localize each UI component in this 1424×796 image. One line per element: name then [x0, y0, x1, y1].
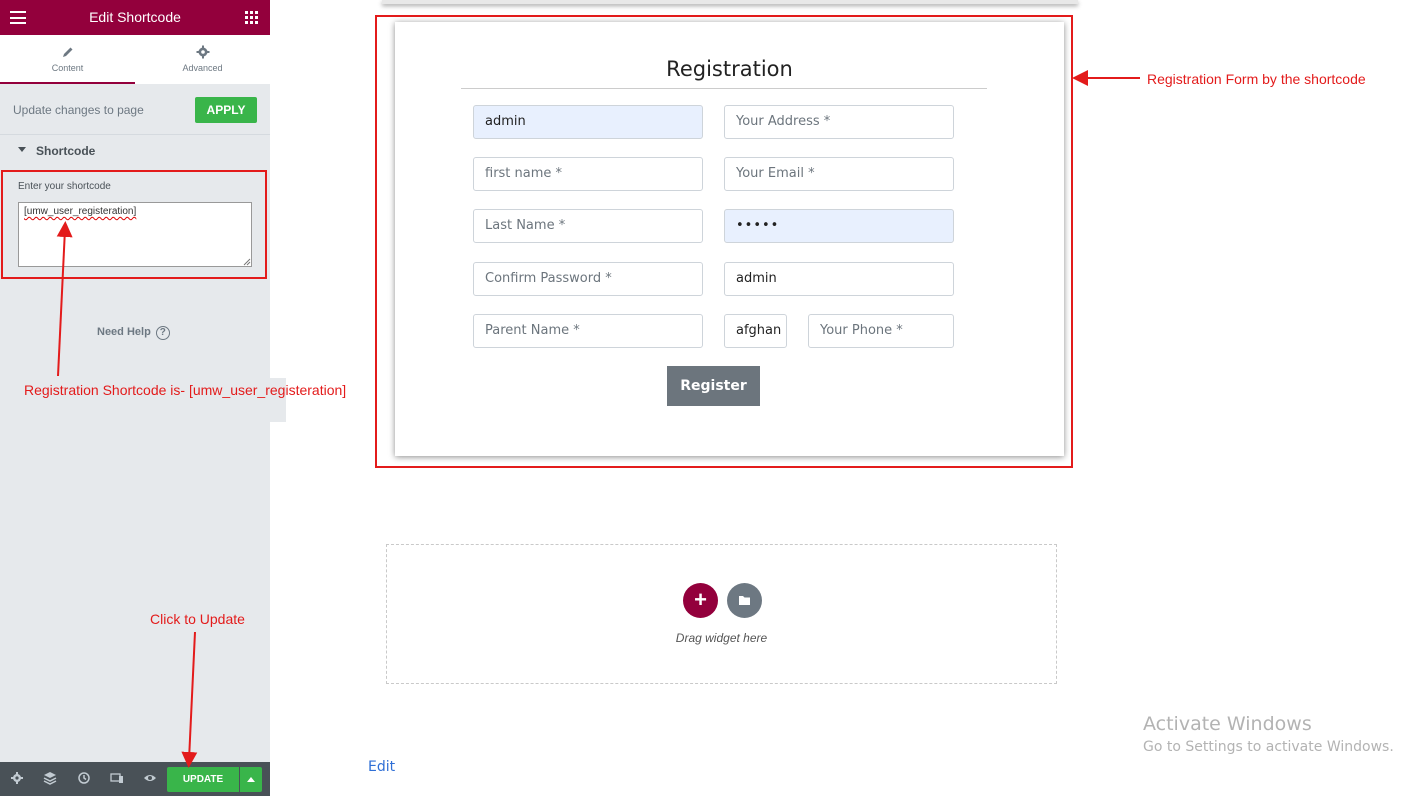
register-button[interactable]: Register — [667, 366, 760, 406]
tab-content-label: Content — [51, 63, 84, 73]
responsive-icon[interactable] — [110, 771, 124, 785]
country-code-select[interactable]: afghan — [724, 314, 787, 348]
registration-form: Registration admin Your Address * first … — [395, 22, 1064, 456]
tab-advanced[interactable]: Advanced — [135, 35, 270, 84]
shortcode-text: [umw_user_registeration] — [24, 206, 137, 217]
address-input[interactable]: Your Address * — [724, 105, 954, 139]
annotation-shortcode: Registration Shortcode is- [umw_user_reg… — [24, 382, 347, 398]
shortcode-section-header[interactable]: Shortcode — [0, 134, 270, 166]
panel-title: Edit Shortcode — [89, 9, 181, 25]
need-help-label: Need Help — [97, 326, 151, 338]
email-input[interactable]: Your Email * — [724, 157, 954, 191]
first-name-input[interactable]: first name * — [473, 157, 703, 191]
caret-up-icon — [247, 777, 255, 782]
settings-icon[interactable] — [10, 771, 24, 785]
role-input[interactable]: admin — [724, 262, 954, 296]
shortcode-control: Enter your shortcode [umw_user_registera… — [0, 166, 270, 286]
apply-button[interactable]: APPLY — [195, 97, 257, 123]
tab-advanced-label: Advanced — [182, 63, 223, 73]
annotation-form: Registration Form by the shortcode — [1147, 71, 1366, 87]
sidebar-header: Edit Shortcode — [0, 0, 270, 35]
last-name-input[interactable]: Last Name * — [473, 209, 703, 243]
form-title: Registration — [666, 57, 793, 81]
watermark-line-1: Activate Windows — [1143, 713, 1312, 735]
parent-name-input[interactable]: Parent Name * — [473, 314, 703, 348]
gear-icon — [196, 45, 209, 59]
resize-grip-icon[interactable] — [243, 258, 251, 266]
title-divider — [461, 88, 987, 89]
sidebar-footer: UPDATE — [0, 762, 270, 796]
password-input[interactable]: ••••• — [724, 209, 954, 243]
phone-input[interactable]: Your Phone * — [808, 314, 954, 348]
previous-section-edge — [382, 0, 1078, 4]
edit-link[interactable]: Edit — [368, 759, 395, 775]
caret-down-icon — [18, 147, 26, 152]
widget-drop-zone[interactable]: + Drag widget here — [386, 544, 1057, 684]
windows-activation-watermark: Activate Windows Go to Settings to activ… — [1143, 713, 1394, 755]
history-icon[interactable] — [77, 771, 91, 785]
editor-sidebar: Edit Shortcode Content Advanced Update c… — [0, 0, 270, 796]
apply-row: Update changes to page APPLY — [0, 84, 270, 134]
need-help-link[interactable]: Need Help? — [97, 326, 170, 340]
shortcode-textarea[interactable]: [umw_user_registeration] — [18, 202, 252, 267]
shortcode-field-label: Enter your shortcode — [18, 181, 111, 192]
tab-content[interactable]: Content — [0, 35, 135, 84]
username-input[interactable]: admin — [473, 105, 703, 139]
template-library-button[interactable] — [727, 583, 762, 618]
panel-tabs: Content Advanced — [0, 35, 270, 84]
preview-eye-icon[interactable] — [143, 771, 157, 785]
pencil-icon — [62, 47, 72, 57]
update-options-button[interactable] — [240, 767, 262, 792]
folder-icon — [739, 596, 750, 605]
section-title: Shortcode — [36, 144, 96, 158]
widgets-grid-icon[interactable] — [245, 11, 258, 24]
annotation-update: Click to Update — [150, 611, 245, 627]
update-button[interactable]: UPDATE — [167, 767, 239, 792]
apply-description: Update changes to page — [13, 103, 144, 117]
watermark-line-2: Go to Settings to activate Windows. — [1143, 739, 1394, 755]
layers-icon[interactable] — [43, 771, 57, 785]
drop-zone-text: Drag widget here — [675, 631, 768, 645]
add-section-button[interactable]: + — [683, 583, 718, 618]
confirm-password-input[interactable]: Confirm Password * — [473, 262, 703, 296]
question-circle-icon: ? — [155, 326, 170, 340]
